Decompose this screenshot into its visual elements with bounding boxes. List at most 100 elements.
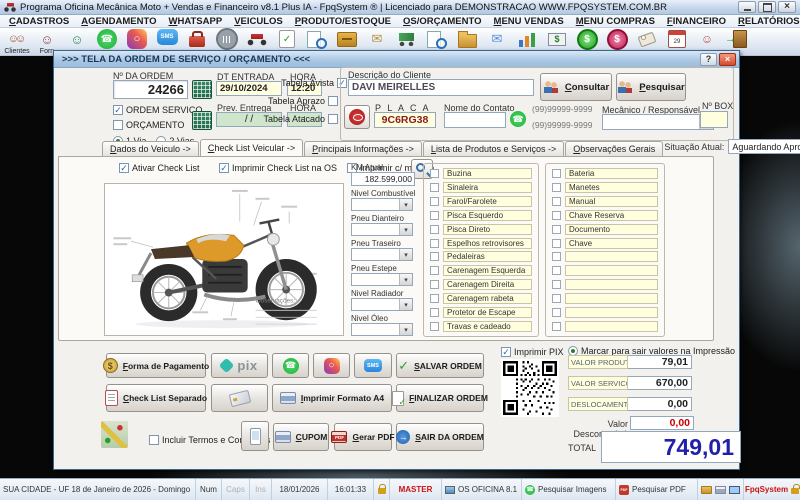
checkbox-icon[interactable]	[430, 308, 439, 317]
menu-item[interactable]: MENU VENDAS	[488, 15, 570, 28]
checklist-item-field[interactable]: Chave	[565, 238, 658, 249]
checkbox-icon[interactable]	[430, 225, 439, 234]
checkbox-icon[interactable]	[552, 211, 561, 220]
checklist-item-field[interactable]	[565, 307, 658, 318]
checklist-item-field[interactable]: Carenagem Direita	[443, 279, 532, 290]
tab-dados-veiculo[interactable]: Dados do Veiculo ->	[102, 141, 199, 156]
tab-principais-informacoes[interactable]: Principais Informações ->	[304, 141, 422, 156]
tab-observacoes-gerais[interactable]: Observações Gerais	[565, 141, 663, 156]
folder-icon[interactable]	[701, 486, 712, 494]
orcamento-checkbox[interactable]: ORÇAMENTO	[113, 120, 184, 130]
checklist-item-field[interactable]: Manual	[565, 196, 658, 207]
checkbox-icon[interactable]	[430, 266, 439, 275]
checklist-item-field[interactable]: Espelhos retrovisores	[443, 238, 532, 249]
finalizar-ordem-button[interactable]: FINALIZAR ORDEM	[396, 384, 484, 412]
checklist-item-field[interactable]: Pisca Esquerdo	[443, 210, 532, 221]
checkbox-icon[interactable]	[552, 308, 561, 317]
checklist-separado-button[interactable]: Check List Separado	[106, 384, 206, 412]
checklist-item-field[interactable]: Sinaleira	[443, 182, 532, 193]
map-icon[interactable]	[101, 421, 128, 448]
close-icon[interactable]: ×	[719, 53, 736, 66]
km-field[interactable]: 182.599,000	[351, 172, 415, 186]
search-pdf-button[interactable]: Pesquisar PDF	[616, 479, 698, 500]
client-description-field[interactable]: DAVI MEIRELLES	[348, 79, 534, 96]
menu-item[interactable]: WHATSAPP	[163, 15, 229, 28]
checkbox-icon[interactable]	[430, 252, 439, 261]
checklist-item-field[interactable]: Carenagem rabeta	[443, 293, 532, 304]
checkbox-icon[interactable]	[552, 225, 561, 234]
checkbox-icon[interactable]	[552, 169, 561, 178]
checkbox-icon[interactable]	[552, 294, 561, 303]
tabela-aprazo-checkbox[interactable]: Tabela Aprazo	[257, 96, 338, 106]
mechanic-select[interactable]	[602, 114, 714, 130]
level-select[interactable]	[351, 248, 413, 261]
checklist-item-field[interactable]: Buzina	[443, 168, 532, 179]
checkbox-icon[interactable]	[552, 183, 561, 192]
cartao-button[interactable]	[211, 384, 268, 412]
imprimir-pix-checkbox[interactable]: Imprimir PIX	[501, 347, 564, 357]
checkbox-icon[interactable]	[430, 169, 439, 178]
sair-ordem-button[interactable]: SAIR DA ORDEM	[396, 423, 484, 451]
checkbox-icon[interactable]	[430, 322, 439, 331]
checklist-item-field[interactable]: Bateria	[565, 168, 658, 179]
minimize-icon[interactable]	[738, 1, 756, 13]
phone1-placeholder[interactable]: (99)99999-9999	[532, 104, 593, 114]
close-icon[interactable]	[778, 1, 796, 13]
checklist-item-field[interactable]: Protetor de Escape	[443, 307, 532, 318]
sms-button[interactable]	[354, 353, 392, 378]
instagram-button[interactable]	[313, 353, 350, 378]
whatsapp-icon[interactable]	[510, 111, 526, 127]
menu-item[interactable]: RELATÓRIOS	[732, 15, 800, 28]
menu-item[interactable]: FINANCEIRO	[661, 15, 732, 28]
menu-item[interactable]: MENU COMPRAS	[570, 15, 661, 28]
checkbox-icon[interactable]	[552, 252, 561, 261]
plate-logo-icon[interactable]	[344, 105, 370, 129]
gerar-pdf-button[interactable]: Gerar PDF	[334, 423, 392, 451]
checklist-item-field[interactable]: Farol/Farolete	[443, 196, 532, 207]
pix-button[interactable]: pix	[211, 353, 268, 378]
checklist-item-field[interactable]: Pedaleiras	[443, 251, 532, 262]
checklist-item-field[interactable]: Travas e cadeado	[443, 321, 532, 332]
level-select[interactable]	[351, 198, 413, 211]
checklist-item-field[interactable]: Pisca Direto	[443, 224, 532, 235]
checkbox-icon[interactable]	[430, 197, 439, 206]
checklist-item-field[interactable]	[565, 279, 658, 290]
menu-item[interactable]: OS/ORÇAMENTO	[397, 15, 487, 28]
ativar-checklist-checkbox[interactable]: Ativar Check List	[119, 163, 200, 173]
ordem-servico-checkbox[interactable]: ORDEM SERVIÇO	[113, 105, 202, 115]
checkbox-icon[interactable]	[552, 197, 561, 206]
pesquisar-button[interactable]: Pesquisar	[616, 73, 686, 101]
checklist-item-field[interactable]	[565, 293, 658, 304]
tab-checklist-veicular[interactable]: Check List Veicular ->	[200, 139, 303, 156]
contact-name-field[interactable]	[444, 112, 506, 128]
checkbox-icon[interactable]	[430, 211, 439, 220]
checkbox-icon[interactable]	[552, 280, 561, 289]
help-icon[interactable]: ?	[700, 53, 717, 66]
checkbox-icon[interactable]	[552, 266, 561, 275]
maximize-icon[interactable]	[758, 1, 776, 13]
level-select[interactable]	[351, 323, 413, 336]
menu-item[interactable]: PRODUTO/ESTOQUE	[289, 15, 397, 28]
checklist-item-field[interactable]	[565, 265, 658, 276]
checklist-item-field[interactable]: Chave Reserva	[565, 210, 658, 221]
menu-item[interactable]: AGENDAMENTO	[75, 15, 162, 28]
phone2-placeholder[interactable]: (99)99999-9999	[532, 120, 593, 130]
search-images-button[interactable]: Pesquisar Imagens	[522, 479, 616, 500]
checklist-item-field[interactable]	[565, 321, 658, 332]
level-select[interactable]	[351, 273, 413, 286]
toolbar-button[interactable]: Clientes	[2, 29, 32, 55]
checklist-item-field[interactable]	[565, 251, 658, 262]
screen-icon[interactable]	[729, 486, 740, 494]
imprimir-a4-button[interactable]: Imprimir Formato A4	[272, 384, 392, 412]
checklist-item-field[interactable]: Manetes	[565, 182, 658, 193]
toolbar-button[interactable]	[152, 29, 182, 51]
calendar-icon[interactable]	[192, 80, 212, 99]
cupom-button[interactable]: CUPOM	[273, 423, 329, 451]
checkbox-icon[interactable]	[430, 239, 439, 248]
tab-lista-produtos-servicos[interactable]: Lista de Produtos e Serviços ->	[423, 141, 564, 156]
level-select[interactable]	[351, 298, 413, 311]
checkbox-icon[interactable]	[552, 239, 561, 248]
plate-field[interactable]: 9C6RG38	[374, 112, 436, 128]
imprimir-checklist-checkbox[interactable]: Imprimir Check List na OS	[219, 163, 337, 173]
situacao-select[interactable]: Aguardando Aprovação	[728, 139, 800, 154]
